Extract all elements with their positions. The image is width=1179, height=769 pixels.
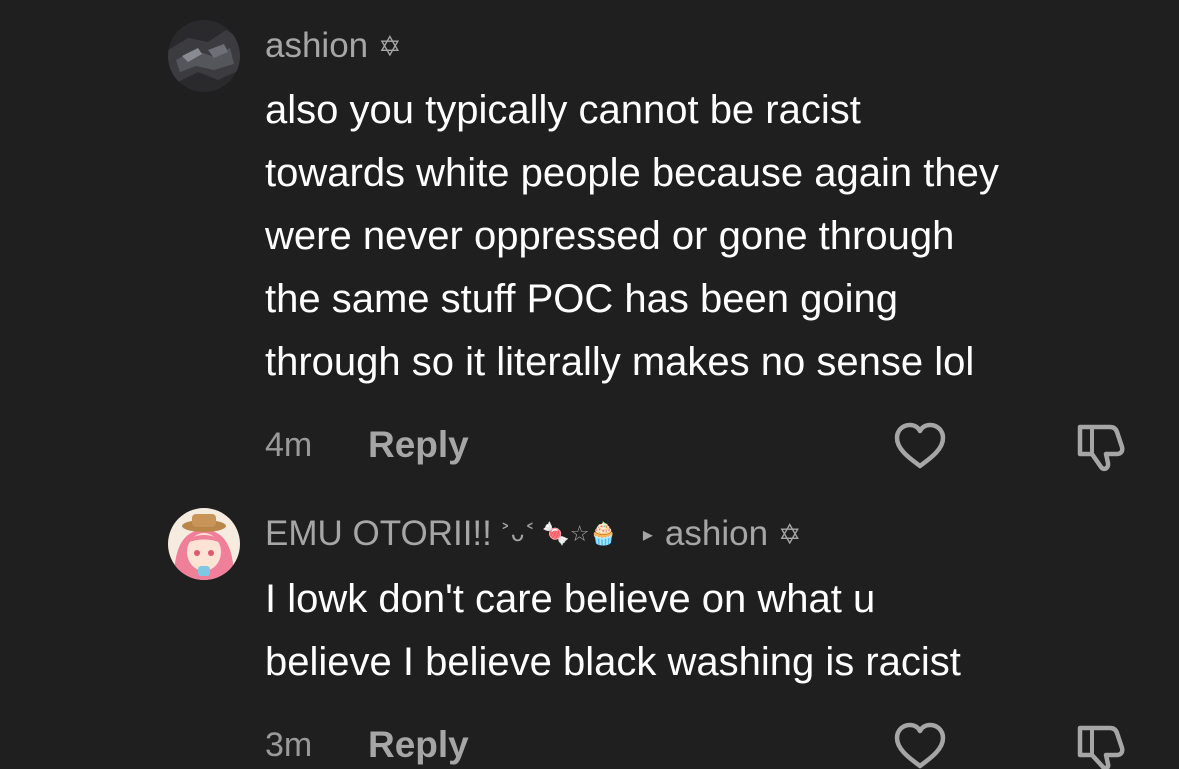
timestamp: 4m bbox=[265, 425, 313, 464]
username[interactable]: ashion bbox=[265, 26, 368, 66]
username-row: EMU OTORII!! ˃ᴗ˂ 🍬☆🧁 ▸ ashion ✡ bbox=[265, 514, 802, 554]
comment-meta: 4m Reply bbox=[265, 424, 469, 466]
comment-line: towards white people because again they bbox=[265, 151, 999, 195]
comment-body: also you typically cannot be racist towa… bbox=[265, 79, 999, 394]
heart-icon[interactable] bbox=[893, 422, 947, 475]
username-row: ashion ✡ bbox=[265, 26, 402, 66]
comment-meta: 3m Reply bbox=[265, 724, 469, 766]
reply-button[interactable]: Reply bbox=[368, 724, 469, 766]
comment-line: through so it literally makes no sense l… bbox=[265, 340, 975, 384]
username-decoration-text: ˃ᴗ˂ 🍬☆🧁 bbox=[499, 521, 617, 547]
comment-line: were never oppressed or gone through bbox=[265, 214, 955, 258]
timestamp: 3m bbox=[265, 725, 313, 764]
comment-line: also you typically cannot be racist bbox=[265, 88, 861, 132]
username[interactable]: EMU OTORII!! bbox=[265, 514, 492, 554]
reply-to-username[interactable]: ashion bbox=[665, 514, 768, 554]
reply-to-symbol: ✡ bbox=[778, 517, 802, 551]
thumbs-down-icon[interactable] bbox=[1074, 421, 1128, 478]
comment-line: the same stuff POC has been going bbox=[265, 277, 898, 321]
comment-line: I lowk don't care believe on what u bbox=[265, 577, 876, 621]
thumbs-down-icon[interactable] bbox=[1074, 722, 1128, 769]
comment-line: believe I believe black washing is racis… bbox=[265, 640, 961, 684]
avatar-ashion[interactable] bbox=[168, 20, 240, 92]
reply-arrow-icon: ▸ bbox=[642, 523, 653, 546]
username-symbol: ✡ bbox=[378, 29, 402, 63]
heart-icon[interactable] bbox=[893, 722, 947, 769]
comment-body: I lowk don't care believe on what u beli… bbox=[265, 568, 961, 694]
reply-button[interactable]: Reply bbox=[368, 424, 469, 466]
username-decoration: ˃ᴗ˂ 🍬☆🧁 bbox=[500, 522, 617, 547]
avatar-emu-otorii[interactable] bbox=[168, 508, 240, 580]
